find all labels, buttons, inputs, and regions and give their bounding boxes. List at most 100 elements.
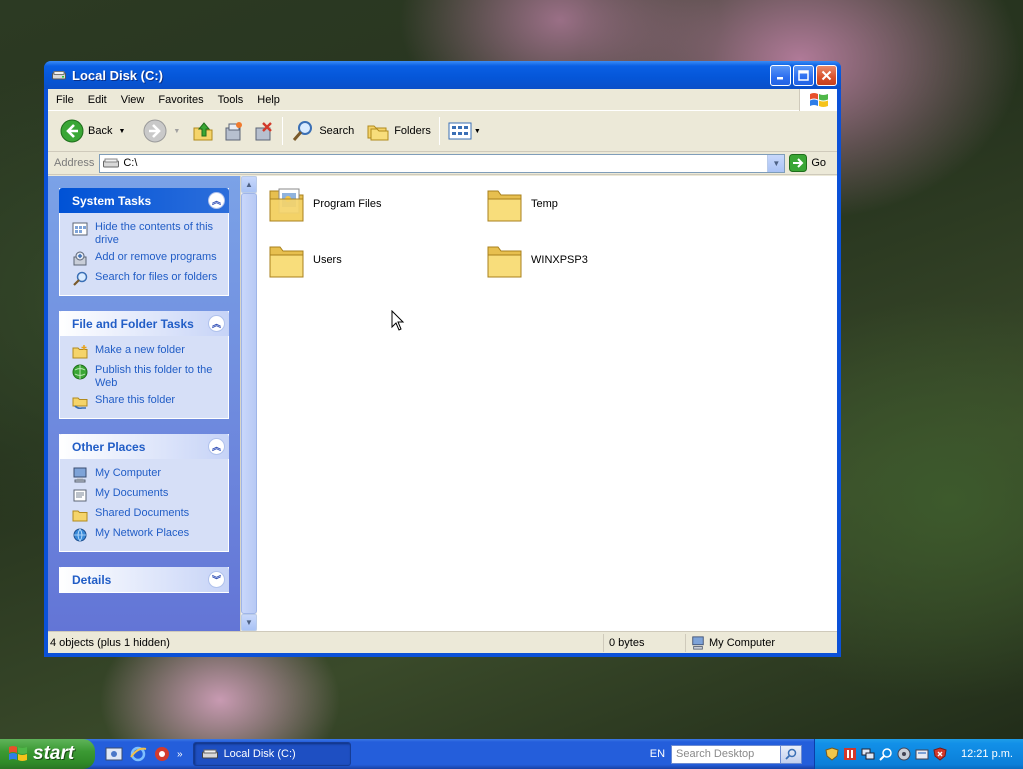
program-files-folder-icon (269, 188, 304, 222)
views-button[interactable]: ▼ (444, 116, 485, 146)
start-label: start (33, 743, 75, 764)
quick-launch: » (105, 745, 193, 763)
search-icon (785, 748, 797, 760)
go-label: Go (811, 157, 827, 169)
app-tray-icon[interactable] (843, 747, 857, 761)
back-button[interactable]: Back ▼ (56, 116, 129, 146)
collapse-icon[interactable]: ︽ (208, 315, 225, 332)
desktop-search-button[interactable] (780, 744, 803, 764)
status-location: My Computer (686, 634, 837, 652)
task-share-folder[interactable]: Share this folder (72, 394, 220, 410)
file-item-winxpsp3[interactable]: WINXPSP3 (485, 239, 588, 281)
file-folder-tasks-panel: File and Folder Tasks ︽ Make a new folde… (59, 311, 229, 419)
network-tray-icon[interactable] (861, 747, 875, 761)
drive-tray-icon[interactable] (915, 747, 929, 761)
file-name: WINXPSP3 (531, 254, 588, 266)
delete-button[interactable] (248, 116, 278, 146)
antivirus-tray-icon[interactable] (933, 747, 947, 761)
menu-edit[interactable]: Edit (81, 94, 114, 106)
start-button[interactable]: start (0, 739, 95, 769)
collapse-icon[interactable]: ︽ (208, 192, 225, 209)
desktop-search-placeholder: Search Desktop (676, 748, 755, 760)
back-dropdown-icon[interactable]: ▼ (118, 128, 125, 135)
scroll-up-button[interactable]: ▲ (241, 176, 257, 193)
menu-favorites[interactable]: Favorites (151, 94, 210, 106)
other-places-header[interactable]: Other Places ︽ (59, 434, 229, 459)
task-label: Publish this folder to the Web (95, 364, 213, 389)
search-icon (73, 271, 88, 286)
go-arrow-icon (789, 154, 808, 172)
delete-icon (255, 122, 273, 141)
menu-file[interactable]: File (48, 94, 81, 106)
expand-icon[interactable]: ︾ (208, 571, 225, 588)
security-shield-icon[interactable] (825, 747, 839, 761)
details-header[interactable]: Details ︾ (59, 567, 229, 592)
file-item-program-files[interactable]: Program Files (267, 183, 381, 225)
task-pane: System Tasks ︽ Hide the contents of this… (48, 176, 240, 631)
show-desktop-icon[interactable] (105, 745, 123, 763)
file-item-users[interactable]: Users (267, 239, 342, 281)
place-my-computer[interactable]: My Computer (72, 467, 220, 483)
place-my-documents[interactable]: My Documents (72, 487, 220, 503)
task-hide-drive-contents[interactable]: Hide the contents of this drive (72, 221, 220, 247)
drive-icon (103, 158, 120, 168)
address-dropdown-button[interactable]: ▼ (767, 154, 785, 172)
close-button[interactable] (816, 64, 837, 86)
menu-tools[interactable]: Tools (211, 94, 251, 106)
my-computer-icon (73, 467, 87, 483)
new-folder-icon (72, 345, 88, 359)
other-places-title: Other Places (72, 439, 146, 454)
internet-explorer-icon[interactable] (129, 745, 147, 763)
taskbar-window-button[interactable]: Local Disk (C:) (192, 742, 351, 766)
views-dropdown-icon[interactable]: ▼ (474, 128, 481, 135)
windows-flag-icon (9, 746, 27, 761)
task-label: My Documents (95, 487, 169, 499)
system-tray: 12:21 p.m. (814, 739, 1023, 769)
task-publish-to-web[interactable]: Publish this folder to the Web (72, 364, 220, 390)
place-shared-documents[interactable]: Shared Documents (72, 507, 220, 523)
file-folder-tasks-title: File and Folder Tasks (72, 316, 194, 331)
desktop-search-input[interactable]: Search Desktop (671, 744, 782, 764)
task-add-remove-programs[interactable]: Add or remove programs (72, 251, 220, 267)
forward-dropdown-icon[interactable]: ▼ (173, 128, 180, 135)
task-label: Make a new folder (95, 344, 185, 356)
scroll-thumb[interactable] (241, 193, 257, 614)
folder-icon (487, 246, 522, 278)
file-folder-tasks-header[interactable]: File and Folder Tasks ︽ (59, 311, 229, 336)
address-input[interactable]: C:\ ▼ (99, 153, 786, 173)
collapse-icon[interactable]: ︽ (208, 438, 225, 455)
drive-icon (201, 749, 218, 759)
folders-icon (367, 125, 389, 141)
copy-to-button[interactable] (218, 116, 248, 146)
title-bar[interactable]: Local Disk (C:) (44, 61, 841, 89)
task-pane-scrollbar[interactable]: ▲ ▼ (240, 176, 257, 631)
task-search-files[interactable]: Search for files or folders (72, 271, 220, 287)
status-location-label: My Computer (709, 636, 776, 649)
file-item-temp[interactable]: Temp (485, 183, 558, 225)
close-icon (821, 70, 832, 80)
volume-tray-icon[interactable] (897, 747, 911, 761)
language-indicator[interactable]: EN (650, 748, 665, 760)
folders-button[interactable]: Folders (362, 116, 435, 146)
quick-launch-more-icon[interactable]: » (177, 749, 183, 760)
media-player-icon[interactable] (153, 745, 171, 763)
search-tray-icon[interactable] (879, 747, 893, 761)
up-folder-icon (193, 122, 213, 141)
status-bar: 4 objects (plus 1 hidden) 0 bytes My Com… (48, 631, 837, 653)
minimize-button[interactable] (770, 64, 791, 86)
task-label: Share this folder (95, 394, 176, 406)
menu-view[interactable]: View (114, 94, 152, 106)
forward-button[interactable]: ▼ (139, 116, 184, 146)
task-label: Hide the contents of this drive (95, 221, 214, 246)
clock[interactable]: 12:21 p.m. (961, 748, 1013, 760)
place-my-network-places[interactable]: My Network Places (72, 527, 220, 543)
system-tasks-header[interactable]: System Tasks ︽ (59, 188, 229, 213)
menu-help[interactable]: Help (250, 94, 287, 106)
up-folder-button[interactable] (188, 116, 218, 146)
maximize-button[interactable] (793, 64, 814, 86)
task-make-new-folder[interactable]: Make a new folder (72, 344, 220, 360)
go-button[interactable]: Go (789, 154, 826, 172)
search-button[interactable]: Search (287, 116, 358, 146)
scroll-down-button[interactable]: ▼ (241, 614, 257, 631)
my-computer-icon (692, 635, 704, 650)
